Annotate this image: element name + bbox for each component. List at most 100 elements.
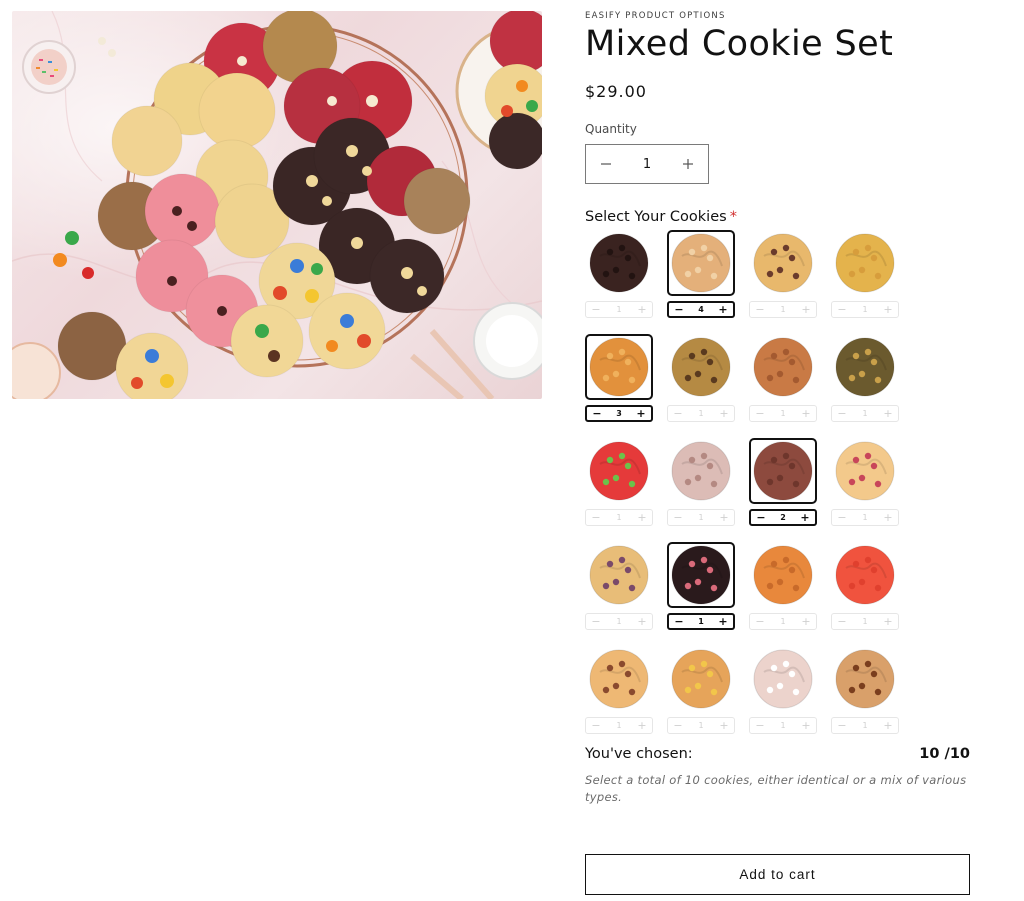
cookie-quantity-stepper: − 1 +: [831, 405, 899, 422]
cookie-option-image[interactable]: [831, 334, 899, 400]
cookie-increase-button[interactable]: +: [882, 615, 894, 628]
cookie-increase-button[interactable]: +: [882, 511, 894, 524]
cookie-increase-button[interactable]: +: [718, 407, 730, 420]
cookie-quantity-value[interactable]: 3: [616, 409, 622, 418]
cookie-option-image[interactable]: [667, 230, 735, 296]
cookie-option-image[interactable]: [585, 230, 653, 296]
cookie-decrease-button[interactable]: −: [590, 511, 602, 524]
cookie-quantity-value[interactable]: 2: [780, 513, 786, 522]
cookie-decrease-button[interactable]: −: [591, 407, 603, 420]
cookie-decrease-button[interactable]: −: [836, 615, 848, 628]
cookie-decrease-button[interactable]: −: [672, 719, 684, 732]
quantity-stepper: 1: [585, 144, 709, 184]
cookie-decrease-button[interactable]: −: [836, 719, 848, 732]
cookie-increase-button[interactable]: +: [800, 407, 812, 420]
cookie-decrease-button[interactable]: −: [754, 719, 766, 732]
cookie-increase-button[interactable]: +: [717, 615, 729, 628]
cookie-icon: [753, 545, 813, 605]
cookie-icon: [835, 441, 895, 501]
cookie-increase-button[interactable]: +: [636, 303, 648, 316]
cookie-quantity-value[interactable]: 1: [616, 721, 621, 730]
cookie-increase-button[interactable]: +: [718, 511, 730, 524]
cookie-increase-button[interactable]: +: [799, 511, 811, 524]
cookie-quantity-value[interactable]: 1: [780, 305, 785, 314]
cookie-decrease-button[interactable]: −: [836, 511, 848, 524]
cookie-quantity-value[interactable]: 1: [616, 305, 621, 314]
cookie-increase-button[interactable]: +: [800, 719, 812, 732]
cookie-option-image[interactable]: [831, 230, 899, 296]
cookie-decrease-button[interactable]: −: [836, 407, 848, 420]
cookie-quantity-value[interactable]: 1: [698, 721, 703, 730]
cookie-quantity-value[interactable]: 1: [862, 617, 867, 626]
cookie-quantity-value[interactable]: 1: [862, 409, 867, 418]
cookie-option-image[interactable]: [831, 438, 899, 504]
cookie-increase-button[interactable]: +: [882, 303, 894, 316]
cookie-option-image[interactable]: [667, 646, 735, 712]
cookie-quantity-stepper: − 1 +: [749, 717, 817, 734]
cookie-quantity-value[interactable]: 1: [780, 721, 785, 730]
cookie-decrease-button[interactable]: −: [672, 511, 684, 524]
cookie-decrease-button[interactable]: −: [590, 615, 602, 628]
cookie-icon: [589, 649, 649, 709]
cookie-increase-button[interactable]: +: [718, 719, 730, 732]
cookie-increase-button[interactable]: +: [636, 615, 648, 628]
cookie-decrease-button[interactable]: −: [754, 407, 766, 420]
cookie-option-image[interactable]: [749, 438, 817, 504]
quantity-increase-button[interactable]: [668, 145, 708, 183]
cookie-increase-button[interactable]: +: [636, 511, 648, 524]
cookie-options-grid: − 1 + − 4 + − 1 + − 1 + − 3 + − 1 + − 1 + − 1 …: [585, 230, 899, 734]
cookie-increase-button[interactable]: +: [717, 303, 729, 316]
cookie-decrease-button[interactable]: −: [673, 615, 685, 628]
cookie-option-image[interactable]: [585, 542, 653, 608]
cookie-increase-button[interactable]: +: [635, 407, 647, 420]
cookie-increase-button[interactable]: +: [800, 303, 812, 316]
cookie-quantity-value[interactable]: 1: [698, 409, 703, 418]
cookie-quantity-value[interactable]: 1: [862, 721, 867, 730]
cookie-option: − 1 +: [831, 438, 899, 526]
cookie-quantity-value[interactable]: 4: [698, 305, 704, 314]
cookie-increase-button[interactable]: +: [800, 615, 812, 628]
cookie-icon: [671, 649, 731, 709]
cookie-option-image[interactable]: [749, 542, 817, 608]
quantity-input[interactable]: 1: [626, 157, 668, 172]
cookie-option: − 2 +: [749, 438, 817, 526]
cookie-decrease-button[interactable]: −: [590, 719, 602, 732]
cookie-option-image[interactable]: [585, 438, 653, 504]
cookie-option-image[interactable]: [749, 334, 817, 400]
cookie-decrease-button[interactable]: −: [754, 303, 766, 316]
cookie-quantity-stepper: − 1 +: [585, 509, 653, 526]
quantity-decrease-button[interactable]: [586, 145, 626, 183]
cookie-option-image[interactable]: [585, 646, 653, 712]
add-to-cart-button[interactable]: Add to cart: [585, 854, 970, 895]
cookie-icon: [671, 441, 731, 501]
cookie-decrease-button[interactable]: −: [673, 303, 685, 316]
cookie-quantity-value[interactable]: 1: [862, 513, 867, 522]
cookie-quantity-value[interactable]: 1: [780, 409, 785, 418]
cookie-increase-button[interactable]: +: [882, 407, 894, 420]
product-price: $29.00: [585, 82, 647, 101]
cookie-quantity-value[interactable]: 1: [698, 513, 703, 522]
cookie-option-image[interactable]: [667, 438, 735, 504]
cookie-option-image[interactable]: [667, 542, 735, 608]
cookie-option-image[interactable]: [831, 646, 899, 712]
cookie-decrease-button[interactable]: −: [590, 303, 602, 316]
cookie-quantity-value[interactable]: 1: [862, 305, 867, 314]
cookie-increase-button[interactable]: +: [882, 719, 894, 732]
cookie-increase-button[interactable]: +: [636, 719, 648, 732]
cookie-decrease-button[interactable]: −: [755, 511, 767, 524]
product-vendor: EASIFY PRODUCT OPTIONS: [585, 11, 726, 21]
cookie-decrease-button[interactable]: −: [672, 407, 684, 420]
cookie-decrease-button[interactable]: −: [754, 615, 766, 628]
cookie-quantity-value[interactable]: 1: [698, 617, 704, 626]
cookie-quantity-value[interactable]: 1: [616, 513, 621, 522]
cookie-option-image[interactable]: [667, 334, 735, 400]
cookie-quantity-value[interactable]: 1: [780, 617, 785, 626]
cookie-icon: [753, 441, 813, 501]
cookie-decrease-button[interactable]: −: [836, 303, 848, 316]
cookie-option-image[interactable]: [831, 542, 899, 608]
cookie-option-image[interactable]: [585, 334, 653, 400]
cookie-option-image[interactable]: [749, 230, 817, 296]
cookie-option-image[interactable]: [749, 646, 817, 712]
cookie-quantity-value[interactable]: 1: [616, 617, 621, 626]
cookie-option: − 1 +: [667, 438, 735, 526]
